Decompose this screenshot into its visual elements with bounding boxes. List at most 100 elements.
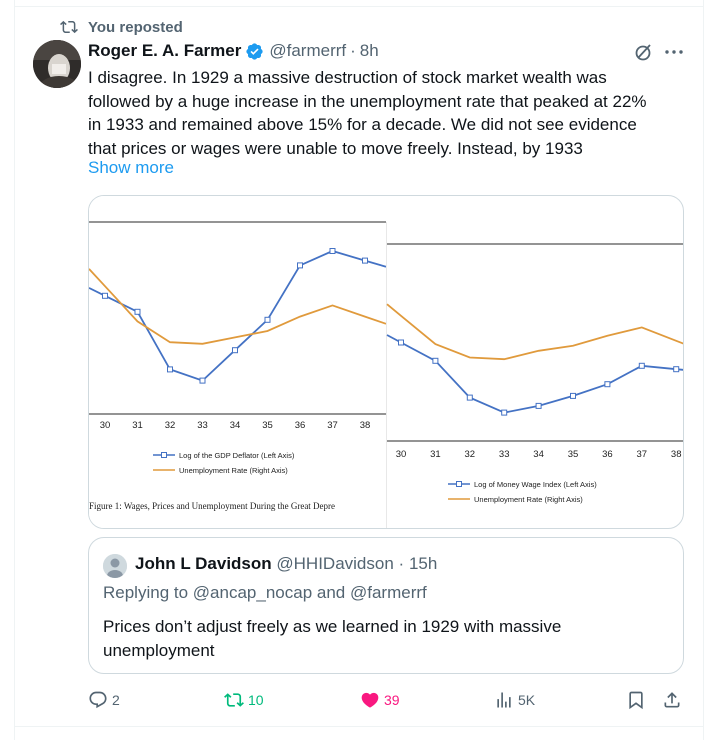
views-button[interactable]: 5K — [494, 688, 535, 712]
avatar[interactable] — [33, 40, 81, 88]
reply-mention[interactable]: @farmerrf — [350, 583, 427, 602]
timestamp[interactable]: 8h — [360, 41, 379, 61]
right-data-point — [398, 339, 404, 346]
right-x-tick-label: 30 — [396, 449, 407, 460]
reply-count: 2 — [112, 692, 120, 708]
figure-caption: Figure 1: Wages, Prices and Unemployment… — [89, 501, 335, 511]
repost-count: 10 — [248, 692, 264, 708]
quoted-text: Prices don’t adjust freely as we learned… — [103, 615, 663, 662]
left-data-point — [297, 262, 303, 269]
right-series-line-0 — [386, 334, 683, 414]
left-x-tick-label: 33 — [197, 420, 208, 431]
heart-icon — [361, 692, 379, 708]
repost-label: You reposted — [88, 18, 183, 36]
left-data-point — [232, 347, 238, 354]
tweet-text: I disagree. In 1929 a massive destructio… — [88, 66, 688, 160]
action-bar: 2 10 39 5K — [88, 688, 688, 712]
right-x-tick-label: 37 — [637, 449, 648, 460]
left-data-point — [329, 248, 336, 254]
left-data-point — [167, 366, 173, 373]
media-image[interactable]: 30 31 32 33 34 35 36 37 38 Log of the GDP Deflat… — [88, 195, 684, 529]
author-name[interactable]: Roger E. A. Farmer — [88, 41, 241, 61]
repost-indicator[interactable]: You reposted — [60, 17, 183, 37]
quoted-line: Prices don’t adjust freely as we learned… — [103, 617, 562, 636]
reply-button[interactable]: 2 — [88, 688, 120, 712]
right-data-point — [432, 357, 439, 364]
right-x-tick-label: 35 — [568, 449, 579, 460]
right-x-tick-label: 32 — [465, 449, 476, 460]
separator: · — [350, 41, 356, 60]
quoted-header: John L Davidson @HHIDavidson · 15h — [135, 554, 437, 574]
left-x-tick-label: 31 — [132, 420, 143, 431]
repost-icon — [224, 693, 244, 707]
right-data-point — [535, 402, 542, 409]
left-data-point — [102, 292, 108, 299]
right-legend-wage: Log of Money Wage Index (Left Axis) — [474, 480, 597, 489]
repost-icon — [60, 20, 78, 34]
left-x-tick-label: 30 — [100, 420, 111, 431]
right-x-tick-label: 36 — [602, 449, 613, 460]
bookmark-button[interactable] — [626, 688, 646, 712]
author-handle[interactable]: @farmerrf — [269, 41, 346, 61]
right-x-tick-label: 31 — [430, 449, 441, 460]
left-x-tick-label: 38 — [360, 420, 371, 431]
tweet-line: followed by a huge increase in the unemp… — [88, 91, 647, 111]
left-data-point — [134, 308, 141, 315]
right-data-point — [604, 381, 611, 388]
more-icon[interactable] — [662, 40, 686, 64]
verified-badge-icon — [246, 42, 263, 60]
quoted-tweet[interactable]: John L Davidson @HHIDavidson · 15h Reply… — [88, 537, 684, 674]
right-legend-unemployment: Unemployment Rate (Right Axis) — [474, 495, 583, 504]
separator: · — [398, 554, 405, 573]
quoted-author-name: John L Davidson — [135, 554, 272, 573]
right-data-point — [570, 392, 576, 399]
left-x-tick-label: 36 — [295, 420, 306, 431]
share-icon — [664, 692, 680, 708]
right-x-tick-label: 33 — [499, 449, 510, 460]
tweet-line: in 1933 and remained above 15% for a dec… — [88, 115, 637, 134]
divider — [14, 726, 704, 727]
views-count: 5K — [518, 692, 536, 708]
right-x-tick-label: 38 — [671, 449, 682, 460]
left-legend-deflator: Log of the GDP Deflator (Left Axis) — [179, 451, 295, 460]
repost-button[interactable]: 10 — [224, 688, 264, 712]
like-button[interactable]: 39 — [360, 688, 400, 712]
quoted-timestamp: 15h — [408, 554, 438, 573]
right-x-tick-label: 34 — [533, 449, 544, 460]
left-data-point — [199, 377, 206, 384]
share-button[interactable] — [662, 688, 682, 712]
replying-prefix: Replying to — [103, 583, 189, 602]
divider — [14, 6, 704, 7]
right-data-point — [501, 409, 508, 416]
right-data-point — [638, 362, 645, 369]
reply-icon — [89, 691, 107, 709]
quoted-avatar[interactable] — [103, 554, 127, 578]
views-icon — [497, 692, 511, 708]
quoted-line: unemployment — [103, 640, 215, 660]
left-x-tick-label: 35 — [262, 420, 273, 431]
right-series-line-1 — [386, 303, 683, 361]
tweet-header: Roger E. A. Farmer @farmerrf · 8h — [88, 40, 379, 62]
tweet-line: I disagree. In 1929 a massive destructio… — [88, 68, 607, 87]
left-legend-unemployment: Unemployment Rate (Right Axis) — [179, 466, 288, 475]
replying-and: and — [316, 583, 346, 602]
avatar-image — [33, 40, 81, 88]
replying-to: Replying to @ancap_nocap and @farmerrf — [103, 583, 427, 603]
like-count: 39 — [384, 692, 400, 708]
left-data-point — [362, 257, 368, 264]
quoted-author-handle: @HHIDavidson — [276, 554, 394, 573]
right-legend: Log of Money Wage Index (Left Axis) Unem… — [448, 480, 597, 504]
chart-figure: 30 31 32 33 34 35 36 37 38 Log of the GDP Deflat… — [89, 196, 683, 528]
tweet-line: that prices or wages were unable to move… — [88, 138, 583, 158]
bookmark-icon — [629, 691, 643, 710]
left-x-tick-label: 34 — [230, 420, 241, 431]
default-avatar-icon — [103, 554, 127, 578]
left-x-tick-label: 37 — [327, 420, 338, 431]
show-more-link[interactable]: Show more — [88, 158, 174, 178]
left-x-tick-label: 32 — [165, 420, 176, 431]
left-data-point — [264, 316, 271, 323]
right-data-point — [466, 394, 473, 401]
right-data-point — [673, 366, 680, 373]
grok-icon[interactable] — [632, 40, 656, 64]
reply-mention[interactable]: @ancap_nocap — [193, 583, 312, 602]
